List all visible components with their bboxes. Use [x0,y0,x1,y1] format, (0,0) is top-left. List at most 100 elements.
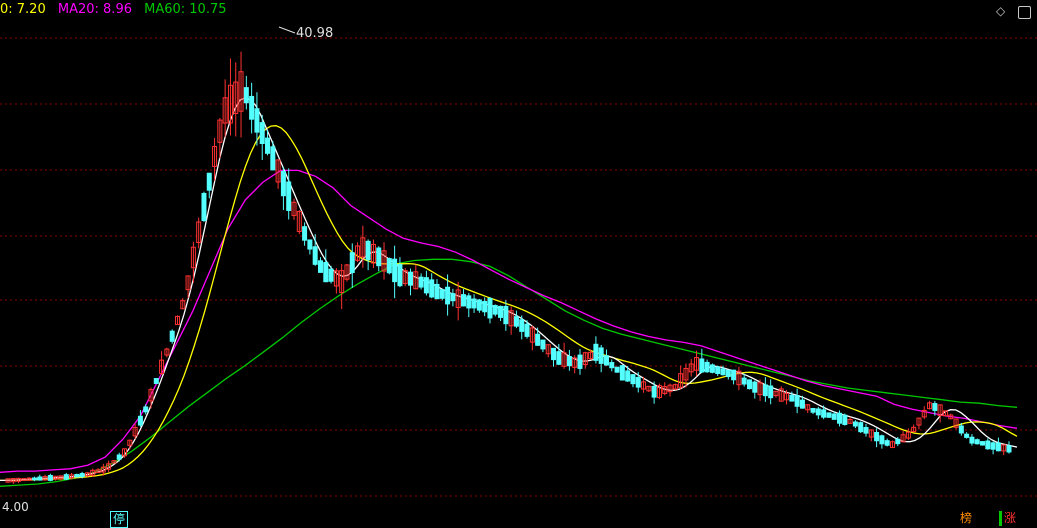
ma60-line [0,258,1018,487]
candle-body [312,246,318,265]
kline-chart[interactable]: 40.98 4.00 [0,0,1037,527]
candle-body [376,247,382,267]
candle-body [503,305,509,325]
candle-body [418,276,424,288]
candle-body [439,289,445,299]
candle-body [985,440,991,450]
candle-body [429,279,435,298]
candle-body [498,305,504,318]
ma-legend: 0: 7.20 MA20: 8.96 MA60: 10.75 [0,2,235,17]
candle-body [392,258,398,283]
candle-body [524,323,530,337]
diamond-icon[interactable]: ◇ [996,4,1005,18]
candle-body [551,347,557,361]
candle-body [609,362,615,369]
high-annotation: 40.98 [278,26,333,41]
candle-body [540,339,546,350]
candle-body [445,286,451,305]
candle-body [974,439,980,445]
ma5-line [0,97,1018,482]
candle-body [249,95,255,120]
candle-body [709,364,715,373]
rank-marker[interactable]: 榜 [958,511,974,526]
ma60-path [0,258,1018,487]
candle-body [47,474,53,481]
candle-body [206,172,212,191]
candle-body [990,442,996,450]
candle-body [265,137,271,154]
candle-body [450,293,456,302]
candle-body [831,413,837,420]
candle-body [762,384,768,397]
candle-body [280,170,286,197]
candle-body [699,358,705,373]
candle-body [243,87,249,104]
rise-marker[interactable]: 涨 [999,511,1018,526]
candle-body [768,385,774,399]
candle-body [789,394,795,402]
high-price-label: 40.98 [296,26,333,41]
candle-body [826,412,832,418]
candle-body [386,258,392,274]
candle-body [741,377,747,385]
candle-body [815,408,821,416]
candle-body [476,299,482,311]
candle-body [932,403,938,411]
candle-body [895,438,901,445]
candle-body [302,226,308,241]
candle-body [720,368,726,376]
candle-body [651,385,657,398]
candle-body [603,355,609,366]
candle-body [519,319,525,332]
candle-body [492,304,498,315]
candle-body [254,108,260,133]
candle-body [31,477,37,481]
window-icon[interactable] [1018,6,1031,19]
candle-body [116,454,122,460]
candle-body [307,239,313,250]
candle-body [731,369,737,381]
candle-body [556,351,562,365]
candle-body [466,295,472,309]
candle-body [635,376,641,388]
candle-body [153,378,159,384]
candle-body [837,412,843,424]
price-gridlines [0,37,1037,497]
candle-body [37,476,43,481]
candle-body [746,379,752,390]
candle-body [577,354,583,369]
candle-body [143,406,149,413]
candle-body [964,433,970,438]
low-price-label: 4.00 [2,500,29,514]
candle-body [79,473,85,478]
candle-body [852,421,858,427]
candle-body [286,181,292,211]
candle-body [434,283,440,300]
candle-body [1006,445,1012,453]
candle-body [725,369,731,378]
ma5-path [0,97,1018,482]
candle-body [821,409,827,418]
candle-body [74,474,80,478]
candle-body [460,294,466,307]
candle-body [482,300,488,313]
candle-body [408,271,414,286]
candle-body [630,374,636,385]
candle-body [598,347,604,364]
limit-marker[interactable]: 停 [110,511,129,528]
candle-body [969,436,975,444]
candle-body [566,356,572,367]
candle-body [614,366,620,373]
candle-body [863,426,869,434]
candle-body [884,440,890,446]
candle-body [704,361,710,373]
candle-body [752,381,758,393]
candle-body [137,415,143,426]
candle-body [201,192,207,221]
candle-body [487,297,493,319]
candle-body [323,261,329,283]
candle-body [397,264,403,287]
candle-body [619,365,625,381]
candle-body [995,442,1001,452]
candle-body [874,431,880,442]
